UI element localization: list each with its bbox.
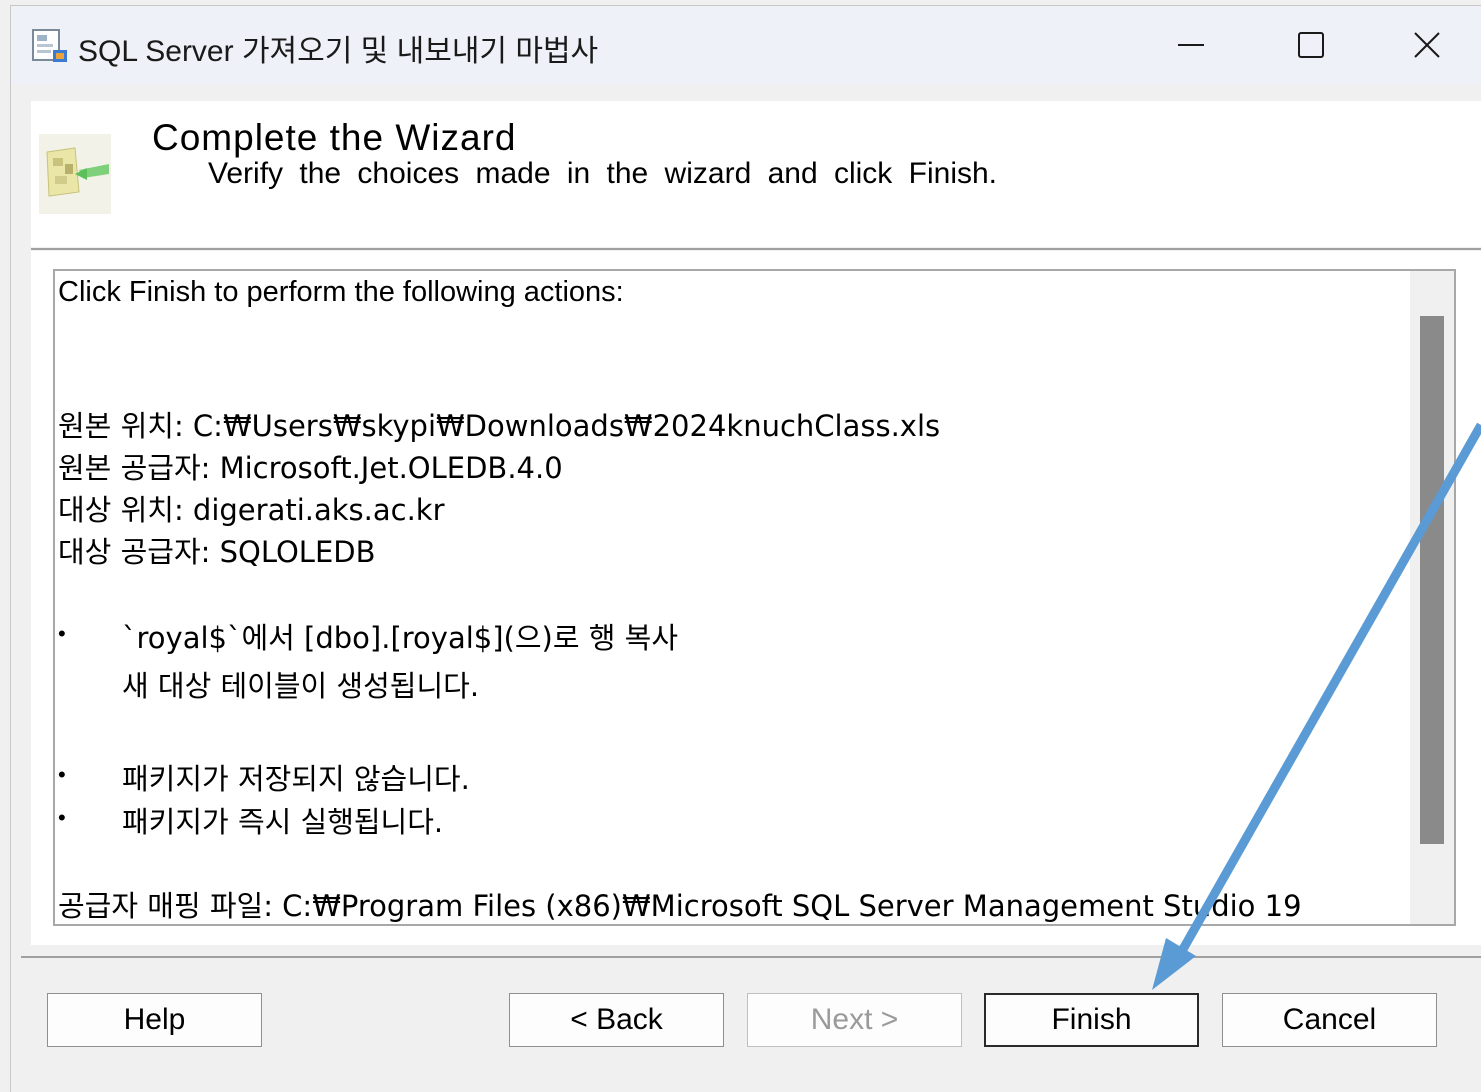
dest-location: 대상 위치: digerati.aks.ac.kr	[58, 493, 445, 527]
wizard-window: SQL Server 가져오기 및 내보내기 마법사 Complete the …	[10, 5, 1481, 1092]
finish-button[interactable]: Finish	[984, 993, 1199, 1047]
list-item: 패키지가 즉시 실행됩니다.	[122, 805, 444, 839]
minimize-icon	[1178, 44, 1204, 46]
summary-intro: Click Finish to perform the following ac…	[58, 276, 624, 308]
header-divider	[31, 248, 1481, 250]
next-button[interactable]: Next >	[747, 993, 962, 1047]
close-icon	[1414, 32, 1440, 58]
bullet-marker: •	[58, 805, 66, 830]
wizard-header-icon	[39, 134, 111, 214]
maximize-icon	[1298, 32, 1324, 58]
cancel-button[interactable]: Cancel	[1222, 993, 1437, 1047]
list-item: 패키지가 저장되지 않습니다.	[122, 762, 470, 796]
source-provider: 원본 공급자: Microsoft.Jet.OLEDB.4.0	[58, 451, 563, 485]
close-button[interactable]	[1372, 6, 1481, 84]
page-subtitle: Verify the choices made in the wizard an…	[208, 157, 997, 190]
content-panel: Click Finish to perform the following ac…	[31, 251, 1481, 945]
dest-provider: 대상 공급자: SQLOLEDB	[58, 535, 376, 569]
mapping-file: 공급자 매핑 파일: C:₩Program Files (x86)₩Micros…	[58, 889, 1302, 923]
bullet-marker: •	[58, 621, 66, 646]
page-title: Complete the Wizard	[152, 117, 517, 158]
summary-text: Click Finish to perform the following ac…	[58, 271, 1398, 924]
vertical-scrollbar[interactable]	[1410, 271, 1454, 924]
list-item-detail: 새 대상 테이블이 생성됩니다.	[122, 669, 480, 703]
wizard-header: Complete the Wizard Verify the choices m…	[31, 101, 1481, 247]
footer-divider	[21, 956, 1481, 958]
source-location: 원본 위치: C:₩Users₩skypi₩Downloads₩2024knuc…	[58, 409, 941, 443]
scrollbar-thumb[interactable]	[1420, 316, 1444, 844]
app-icon	[32, 29, 67, 62]
minimize-button[interactable]	[1131, 6, 1251, 84]
back-button[interactable]: < Back	[509, 993, 724, 1047]
list-item: `royal$`에서 [dbo].[royal$](으)로 행 복사	[122, 621, 679, 655]
help-button[interactable]: Help	[47, 993, 262, 1047]
maximize-button[interactable]	[1251, 6, 1371, 84]
summary-textbox[interactable]: Click Finish to perform the following ac…	[53, 269, 1456, 926]
window-title: SQL Server 가져오기 및 내보내기 마법사	[78, 35, 599, 68]
bullet-marker: •	[58, 762, 66, 787]
title-bar[interactable]: SQL Server 가져오기 및 내보내기 마법사	[11, 6, 1481, 84]
